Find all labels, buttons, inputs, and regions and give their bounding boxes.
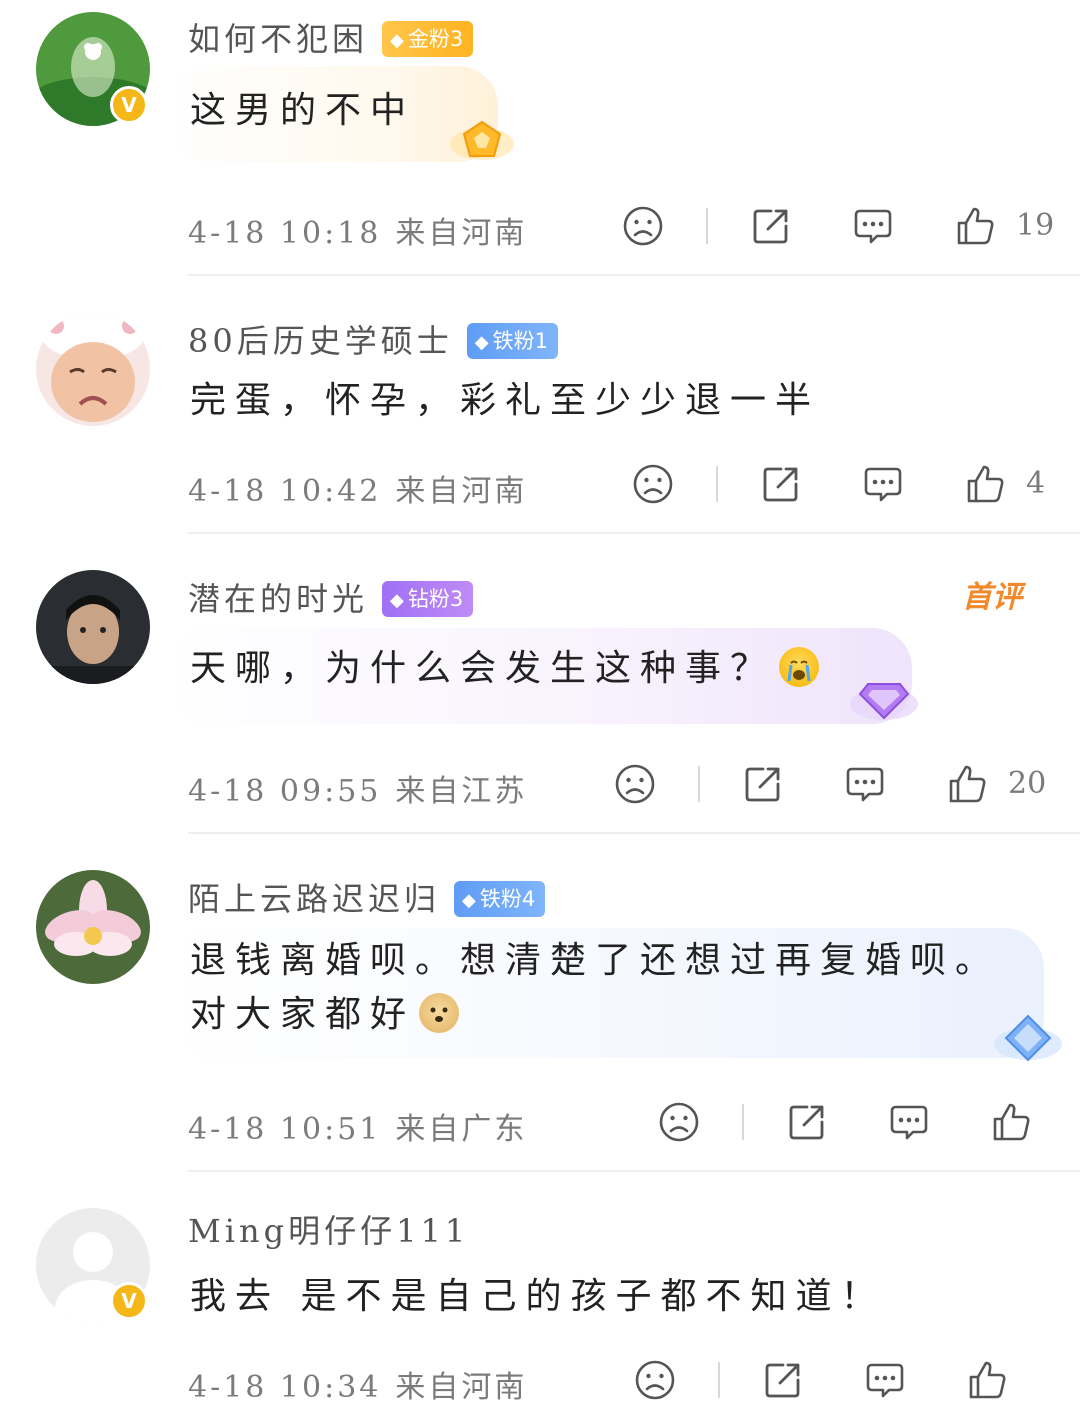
comment-meta: 4-18 10:18 来自河南 <box>188 208 527 252</box>
frown-icon[interactable] <box>621 204 665 248</box>
timestamp: 4-18 10:51 <box>188 1112 382 1147</box>
fan-badge[interactable]: ◆ 金粉3 <box>382 20 474 57</box>
separator <box>716 466 718 502</box>
blue-gem-decoration-icon <box>990 1008 1066 1072</box>
frown-icon[interactable] <box>613 762 657 806</box>
comment-meta: 4-18 09:55 来自江苏 <box>188 766 527 810</box>
comment-text: 我去 是不是自己的孩子都不知道！ <box>190 1276 886 1317</box>
comment-meta: 4-18 10:51 来自广东 <box>188 1104 527 1148</box>
thumbs-up-icon[interactable] <box>989 1100 1033 1144</box>
separator <box>698 766 700 802</box>
separator <box>706 208 708 244</box>
comment-icon[interactable] <box>863 1358 907 1402</box>
frown-icon[interactable] <box>633 1358 677 1402</box>
location: 来自江苏 <box>395 774 528 809</box>
share-icon[interactable] <box>761 1358 805 1402</box>
doge-emoji-icon <box>419 993 460 1033</box>
diamond-icon: ◆ <box>462 889 476 911</box>
gold-gem-decoration-icon <box>446 110 518 174</box>
divider <box>188 1170 1080 1172</box>
avatar[interactable] <box>36 312 150 426</box>
verified-badge-icon: V <box>110 1282 148 1320</box>
username[interactable]: 80后历史学硕士 ◆ 铁粉1 <box>188 316 558 362</box>
separator <box>742 1104 744 1140</box>
username[interactable]: Ming明仔仔111 <box>188 1206 469 1252</box>
diamond-icon: ◆ <box>390 589 404 611</box>
timestamp: 4-18 09:55 <box>188 774 382 809</box>
fan-badge[interactable]: ◆ 铁粉1 <box>466 322 558 359</box>
like-count: 20 <box>1008 766 1047 801</box>
comment-icon[interactable] <box>843 762 887 806</box>
comment-text: 天哪，为什么会发生这种事？ <box>190 642 820 696</box>
fan-badge[interactable]: ◆ 钻粉3 <box>382 580 474 617</box>
verified-badge-icon: V <box>110 86 148 124</box>
thumbs-up-icon[interactable] <box>963 462 1007 506</box>
like-count: 4 <box>1026 466 1046 501</box>
crying-emoji-icon <box>779 647 820 687</box>
diamond-icon: ◆ <box>474 331 489 353</box>
crown-icon: ◆ <box>390 29 404 51</box>
comment-text: 这男的不中 <box>190 90 416 131</box>
timestamp: 4-18 10:34 <box>188 1370 382 1405</box>
username[interactable]: 陌上云路迟迟归 ◆ 铁粉4 <box>188 874 546 920</box>
first-comment-tag: 首评 <box>962 580 1022 615</box>
location: 来自河南 <box>395 1370 528 1405</box>
comment-text: 完蛋，怀孕，彩礼至少少退一半 <box>190 380 821 421</box>
frown-icon[interactable] <box>657 1100 701 1144</box>
location: 来自河南 <box>395 216 528 251</box>
comment-meta: 4-18 10:34 来自河南 <box>188 1362 527 1406</box>
share-icon[interactable] <box>785 1100 829 1144</box>
comment-icon[interactable] <box>851 204 895 248</box>
share-icon[interactable] <box>741 762 785 806</box>
thumbs-up-icon[interactable] <box>965 1358 1009 1402</box>
thumbs-up-icon[interactable] <box>953 204 997 248</box>
timestamp: 4-18 10:42 <box>188 474 382 509</box>
like-count: 19 <box>1016 208 1055 243</box>
username[interactable]: 如何不犯困 ◆ 金粉3 <box>188 14 474 60</box>
thumbs-up-icon[interactable] <box>945 762 989 806</box>
comment-text-line: 对大家都好 <box>190 988 1000 1042</box>
frown-icon[interactable] <box>631 462 675 506</box>
share-icon[interactable] <box>749 204 793 248</box>
location: 来自河南 <box>395 474 528 509</box>
divider <box>188 274 1080 276</box>
comment-text: 退钱离婚呗。想清楚了还想过再复婚呗。 对大家都好 <box>190 934 1000 1042</box>
comment-icon[interactable] <box>887 1100 931 1144</box>
comment-text-line: 退钱离婚呗。想清楚了还想过再复婚呗。 <box>190 940 1001 981</box>
comment-icon[interactable] <box>861 462 905 506</box>
fan-badge[interactable]: ◆ 铁粉4 <box>454 880 546 917</box>
avatar[interactable] <box>36 570 150 684</box>
username[interactable]: 潜在的时光 ◆ 钻粉3 <box>188 574 474 620</box>
separator <box>718 1362 720 1398</box>
divider <box>188 832 1080 834</box>
purple-gem-decoration-icon <box>846 664 924 730</box>
comment-meta: 4-18 10:42 来自河南 <box>188 466 527 510</box>
avatar[interactable] <box>36 870 150 984</box>
divider <box>188 532 1080 534</box>
timestamp: 4-18 10:18 <box>188 216 382 251</box>
share-icon[interactable] <box>759 462 803 506</box>
location: 来自广东 <box>395 1112 528 1147</box>
